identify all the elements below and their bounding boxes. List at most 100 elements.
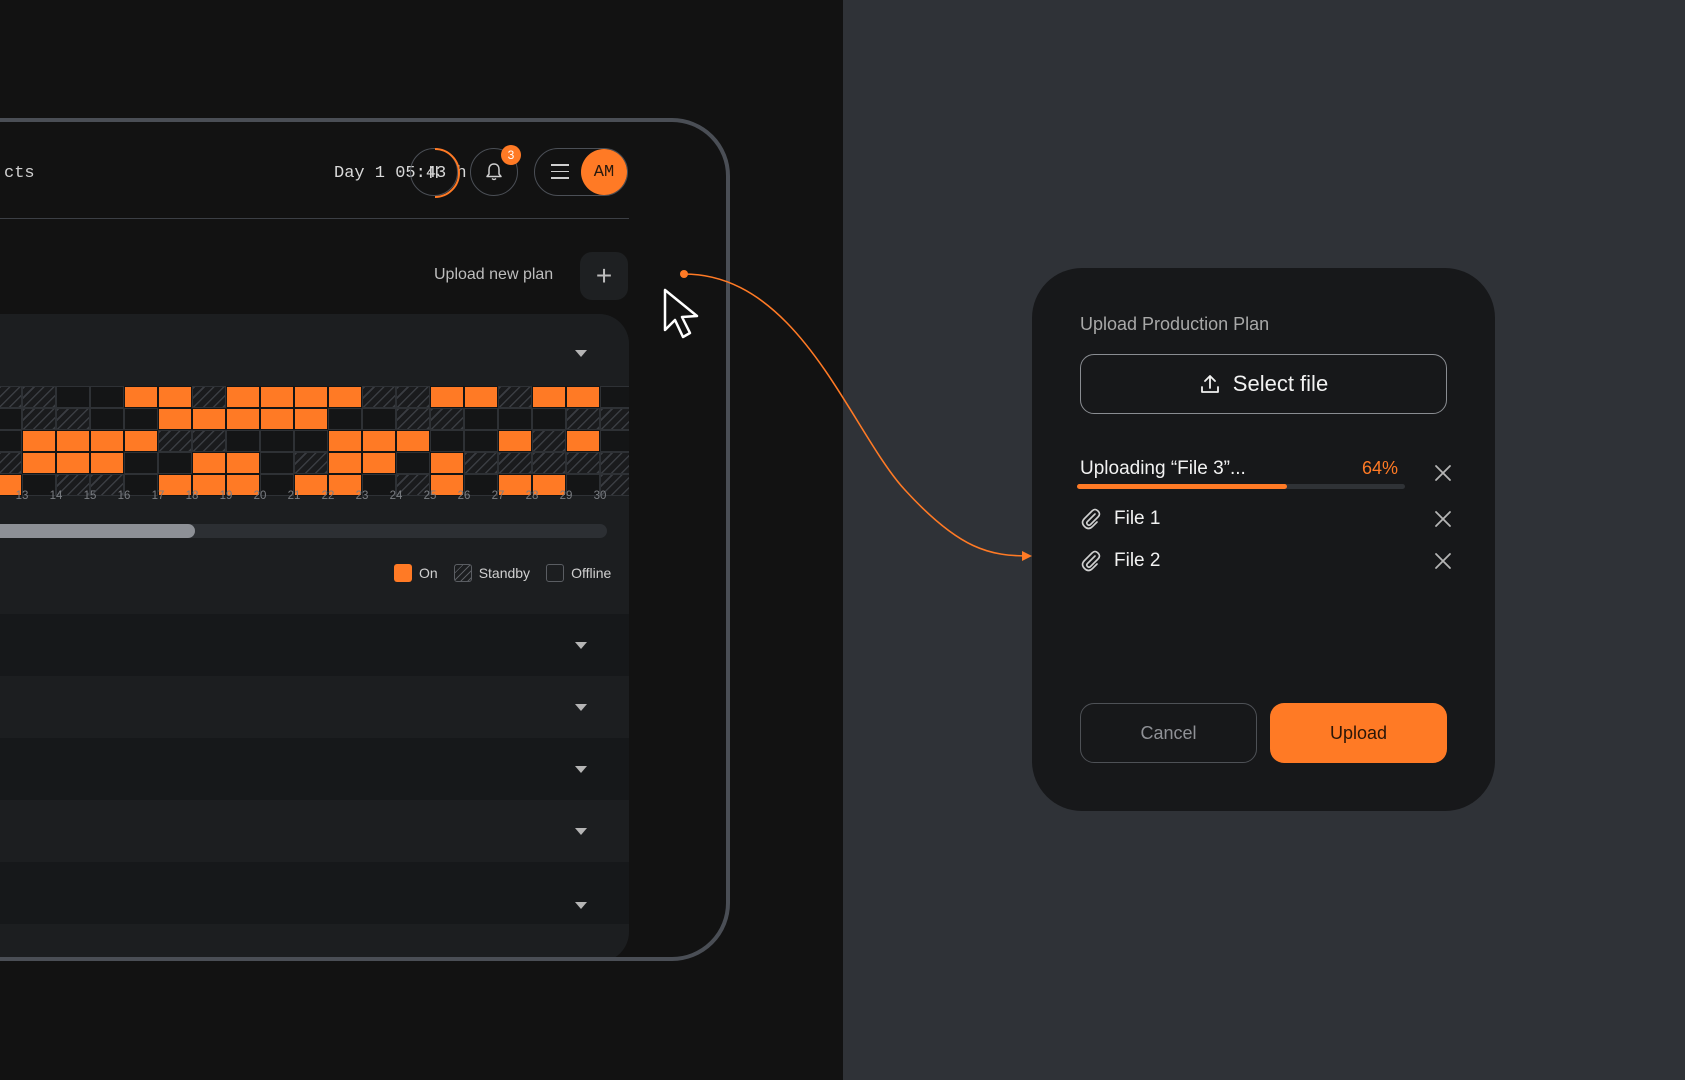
- schedule-cell-on: [566, 386, 600, 408]
- schedule-cell-on: [22, 452, 56, 474]
- day-label: 14: [49, 490, 63, 502]
- schedule-cell-sb: [566, 408, 600, 430]
- caret-down-icon[interactable]: [575, 902, 587, 909]
- schedule-cell-sb: [532, 452, 566, 474]
- schedule-cell-off: [56, 386, 90, 408]
- caret-down-icon[interactable]: [575, 350, 587, 357]
- schedule-cell-on: [566, 430, 600, 452]
- schedule-cell-off: [124, 408, 158, 430]
- schedule-cell-off: [600, 386, 629, 408]
- schedule-grid: [0, 386, 629, 496]
- cancel-button[interactable]: Cancel: [1080, 703, 1257, 763]
- file-item: File 2: [1080, 550, 1160, 572]
- upload-new-plan-button[interactable]: +: [580, 252, 628, 300]
- select-file-button[interactable]: Select file: [1080, 354, 1447, 414]
- day-label: 19: [219, 490, 233, 502]
- uploading-item: Uploading “File 3”... 64%: [1080, 458, 1400, 480]
- day-label: 27: [491, 490, 505, 502]
- avatar[interactable]: AM: [581, 149, 627, 195]
- schedule-cell-sb: [22, 408, 56, 430]
- day-label: 30: [593, 490, 607, 502]
- schedule-cell-on: [328, 386, 362, 408]
- schedule-cell-off: [464, 430, 498, 452]
- day-label: 18: [185, 490, 199, 502]
- schedule-cell-on: [260, 386, 294, 408]
- close-icon[interactable]: [1432, 550, 1454, 572]
- schedule-cell-on: [226, 386, 260, 408]
- schedule-panel: 12131415161718192021222324252627282930 O…: [0, 314, 629, 957]
- schedule-cell-on: [56, 452, 90, 474]
- day-label: 23: [355, 490, 369, 502]
- schedule-cell-on: [192, 452, 226, 474]
- day-label: 29: [559, 490, 573, 502]
- schedule-cell-sb: [464, 452, 498, 474]
- schedule-cell-sb: [396, 408, 430, 430]
- schedule-cell-on: [158, 386, 192, 408]
- file-name: File 1: [1114, 508, 1161, 529]
- legend-label: Offline: [571, 565, 612, 581]
- schedule-cell-on: [294, 408, 328, 430]
- schedule-cell-off: [532, 408, 566, 430]
- header-divider: [0, 218, 629, 219]
- menu-icon[interactable]: [551, 164, 569, 184]
- day-label: 20: [253, 490, 267, 502]
- notifications-button[interactable]: 3: [470, 145, 521, 196]
- page-title: cts: [4, 164, 35, 183]
- upload-icon: [1200, 375, 1219, 393]
- caret-down-icon[interactable]: [575, 642, 587, 649]
- schedule-section-row[interactable]: [0, 676, 629, 738]
- day-label: 25: [423, 490, 437, 502]
- schedule-cell-off: [90, 386, 124, 408]
- schedule-cell-on: [328, 430, 362, 452]
- schedule-cell-on: [124, 430, 158, 452]
- close-icon[interactable]: [1432, 462, 1454, 484]
- schedule-cell-on: [90, 452, 124, 474]
- schedule-cell-off: [90, 408, 124, 430]
- caret-down-icon[interactable]: [575, 766, 587, 773]
- pause-button[interactable]: [410, 148, 460, 198]
- app-window: cts Day 1 05:43 h 3 AM Upload new plan +…: [0, 118, 730, 961]
- schedule-cell-on: [328, 452, 362, 474]
- day-label: 16: [117, 490, 131, 502]
- schedule-section-row[interactable]: [0, 738, 629, 800]
- schedule-cell-on: [532, 386, 566, 408]
- schedule-cell-off: [294, 430, 328, 452]
- schedule-cell-on: [430, 452, 464, 474]
- schedule-cell-sb: [0, 452, 22, 474]
- legend-label: Standby: [478, 565, 531, 581]
- schedule-cell-off: [260, 430, 294, 452]
- upload-progress-bar: [1077, 484, 1405, 489]
- file-name: File 2: [1114, 550, 1161, 571]
- schedule-cell-on: [294, 386, 328, 408]
- schedule-cell-on: [226, 408, 260, 430]
- schedule-cell-off: [362, 408, 396, 430]
- schedule-cell-sb: [22, 386, 56, 408]
- schedule-cell-sb: [396, 386, 430, 408]
- file-item: File 1: [1080, 508, 1160, 530]
- schedule-cell-sb: [600, 452, 629, 474]
- upload-button[interactable]: Upload: [1270, 703, 1447, 763]
- schedule-section-row[interactable]: [0, 800, 629, 862]
- caret-down-icon[interactable]: [575, 704, 587, 711]
- schedule-cell-off: [328, 408, 362, 430]
- schedule-cell-sb: [294, 452, 328, 474]
- day-label: 28: [525, 490, 539, 502]
- schedule-cell-sb: [0, 386, 22, 408]
- close-icon[interactable]: [1432, 508, 1454, 530]
- dialog-title: Upload Production Plan: [1080, 314, 1270, 334]
- schedule-cell-off: [226, 430, 260, 452]
- scrollbar-thumb[interactable]: [0, 524, 196, 538]
- day-label: 22: [321, 490, 335, 502]
- schedule-section-row[interactable]: [0, 614, 629, 676]
- account-menu[interactable]: AM: [534, 148, 628, 196]
- horizontal-scrollbar[interactable]: [0, 524, 607, 538]
- schedule-cell-on: [158, 408, 192, 430]
- paperclip-icon: [1081, 508, 1101, 530]
- upload-new-plan-label: Upload new plan: [434, 266, 554, 283]
- legend-label: On: [419, 565, 438, 581]
- schedule-section-row[interactable]: [0, 862, 629, 924]
- caret-down-icon[interactable]: [575, 828, 587, 835]
- day-label: 26: [457, 490, 471, 502]
- schedule-cell-off: [498, 408, 532, 430]
- legend-swatch-sb: [453, 564, 472, 582]
